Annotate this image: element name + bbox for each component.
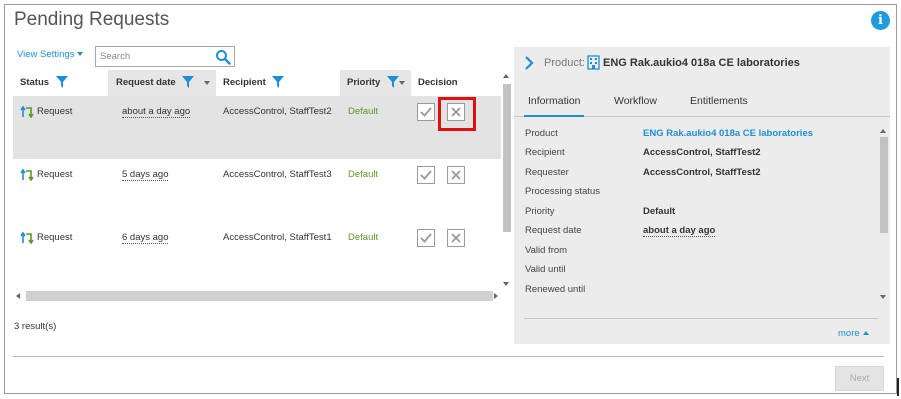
- scroll-up-icon[interactable]: [880, 129, 886, 133]
- request-arrows-icon: [20, 105, 34, 118]
- search-input[interactable]: [100, 49, 212, 64]
- sort-dropdown-icon[interactable]: [399, 81, 405, 85]
- view-settings-label: View Settings: [17, 49, 75, 60]
- next-button[interactable]: Next: [835, 366, 884, 391]
- request-date: 6 days ago: [122, 232, 169, 244]
- panel-header: Product: ENG Rak.aukio4 018a CE laborato…: [514, 47, 890, 79]
- caret-up-icon: [862, 331, 869, 336]
- detail-row-priority: Priority Default: [525, 206, 676, 217]
- x-icon: [451, 233, 461, 243]
- request-arrows-icon: [20, 168, 34, 181]
- panel-tabs: Information Workflow Entitlements: [514, 87, 890, 117]
- building-icon: [587, 55, 600, 70]
- table-horizontal-scrollbar[interactable]: [13, 290, 501, 302]
- column-header-status[interactable]: Status: [13, 70, 109, 96]
- filter-icon[interactable]: [182, 76, 195, 89]
- filter-icon[interactable]: [272, 76, 285, 89]
- details-panel: Product: ENG Rak.aukio4 018a CE laborato…: [514, 47, 890, 344]
- table-row[interactable]: Request 5 days ago AccessControl, StaffT…: [13, 159, 501, 222]
- priority: Default: [348, 232, 379, 243]
- more-link[interactable]: more: [838, 328, 869, 339]
- panel-divider: [524, 318, 878, 319]
- approve-button[interactable]: [417, 166, 435, 184]
- information-details: Product ENG Rak.aukio4 018a CE laboratori…: [514, 125, 878, 315]
- column-header-decision: Decision: [418, 77, 458, 88]
- approve-button[interactable]: [417, 103, 435, 121]
- table-vertical-scrollbar[interactable]: [501, 70, 512, 290]
- approve-button[interactable]: [417, 229, 435, 247]
- scrollbar-thumb[interactable]: [880, 137, 888, 233]
- product-link[interactable]: ENG Rak.aukio4 018a CE laboratories: [643, 128, 813, 139]
- view-settings-dropdown[interactable]: View Settings: [17, 49, 84, 60]
- product-label: Product:: [544, 57, 585, 69]
- request-arrows-icon: [20, 231, 34, 244]
- recipient: AccessControl, StaffTest3: [223, 169, 332, 180]
- scroll-right-icon[interactable]: [494, 293, 498, 299]
- x-icon: [451, 170, 461, 180]
- detail-row-product: Product ENG Rak.aukio4 018a CE laboratori…: [525, 128, 814, 139]
- request-date: about a day ago: [122, 106, 191, 118]
- priority: Default: [348, 169, 379, 180]
- detail-row-requester: Requester AccessControl, StaffTest2: [525, 167, 761, 178]
- column-header-recipient[interactable]: Recipient: [216, 70, 340, 96]
- scroll-up-icon[interactable]: [503, 74, 509, 78]
- recipient: AccessControl, StaffTest1: [223, 232, 332, 243]
- reject-button[interactable]: [447, 166, 465, 184]
- detail-row-valid-from: Valid from: [525, 245, 568, 256]
- search-box[interactable]: [95, 46, 235, 67]
- check-icon: [420, 233, 432, 243]
- scrollbar-thumb[interactable]: [26, 291, 493, 301]
- priority: Default: [348, 106, 379, 117]
- scroll-left-icon[interactable]: [16, 293, 20, 299]
- table-row[interactable]: Request about a day ago AccessControl, S…: [13, 96, 501, 159]
- check-icon: [420, 170, 432, 180]
- detail-row-recipient: Recipient AccessControl, StaffTest2: [525, 147, 761, 158]
- panel-vertical-scrollbar[interactable]: [878, 125, 890, 303]
- status-text: Request: [37, 232, 73, 243]
- active-tab-indicator: [524, 115, 584, 117]
- reject-button[interactable]: [447, 229, 465, 247]
- column-header-priority[interactable]: Priority: [340, 70, 411, 96]
- scrollbar-thumb[interactable]: [503, 84, 511, 232]
- table-row[interactable]: Request 6 days ago AccessControl, StaffT…: [13, 222, 501, 285]
- filter-icon[interactable]: [55, 76, 68, 89]
- scroll-down-icon[interactable]: [503, 282, 509, 286]
- caret-down-icon: [77, 52, 84, 57]
- detail-row-request-date: Request date about a day ago: [525, 225, 716, 237]
- requests-table: Status Request date Recipient Priority D…: [13, 70, 501, 290]
- chevron-right-icon[interactable]: [524, 56, 534, 70]
- detail-row-renewed-until: Renewed until: [525, 284, 586, 295]
- footer-divider: [13, 356, 884, 357]
- column-header-request-date[interactable]: Request date: [109, 70, 216, 96]
- detail-row-valid-until: Valid until: [525, 264, 566, 275]
- check-icon: [420, 107, 432, 117]
- tab-workflow[interactable]: Workflow: [614, 95, 657, 107]
- results-count: 3 result(s): [14, 321, 57, 332]
- table-header: Status Request date Recipient Priority D…: [13, 70, 501, 96]
- recipient: AccessControl, StaffTest2: [223, 106, 332, 117]
- info-icon[interactable]: i: [871, 11, 890, 30]
- highlight-annotation: [438, 97, 476, 131]
- page-title: Pending Requests: [14, 9, 170, 30]
- scroll-down-icon[interactable]: [880, 295, 886, 299]
- status-text: Request: [37, 169, 73, 180]
- tab-information[interactable]: Information: [528, 95, 581, 107]
- search-icon[interactable]: [215, 49, 231, 65]
- text-cursor: [897, 378, 899, 396]
- sort-dropdown-icon[interactable]: [204, 81, 210, 85]
- detail-row-processing-status: Processing status: [525, 186, 600, 197]
- product-name: ENG Rak.aukio4 018a CE laboratories: [603, 57, 800, 69]
- status-text: Request: [37, 106, 73, 117]
- request-date: 5 days ago: [122, 169, 169, 181]
- tab-entitlements[interactable]: Entitlements: [690, 95, 748, 107]
- filter-icon[interactable]: [386, 76, 399, 89]
